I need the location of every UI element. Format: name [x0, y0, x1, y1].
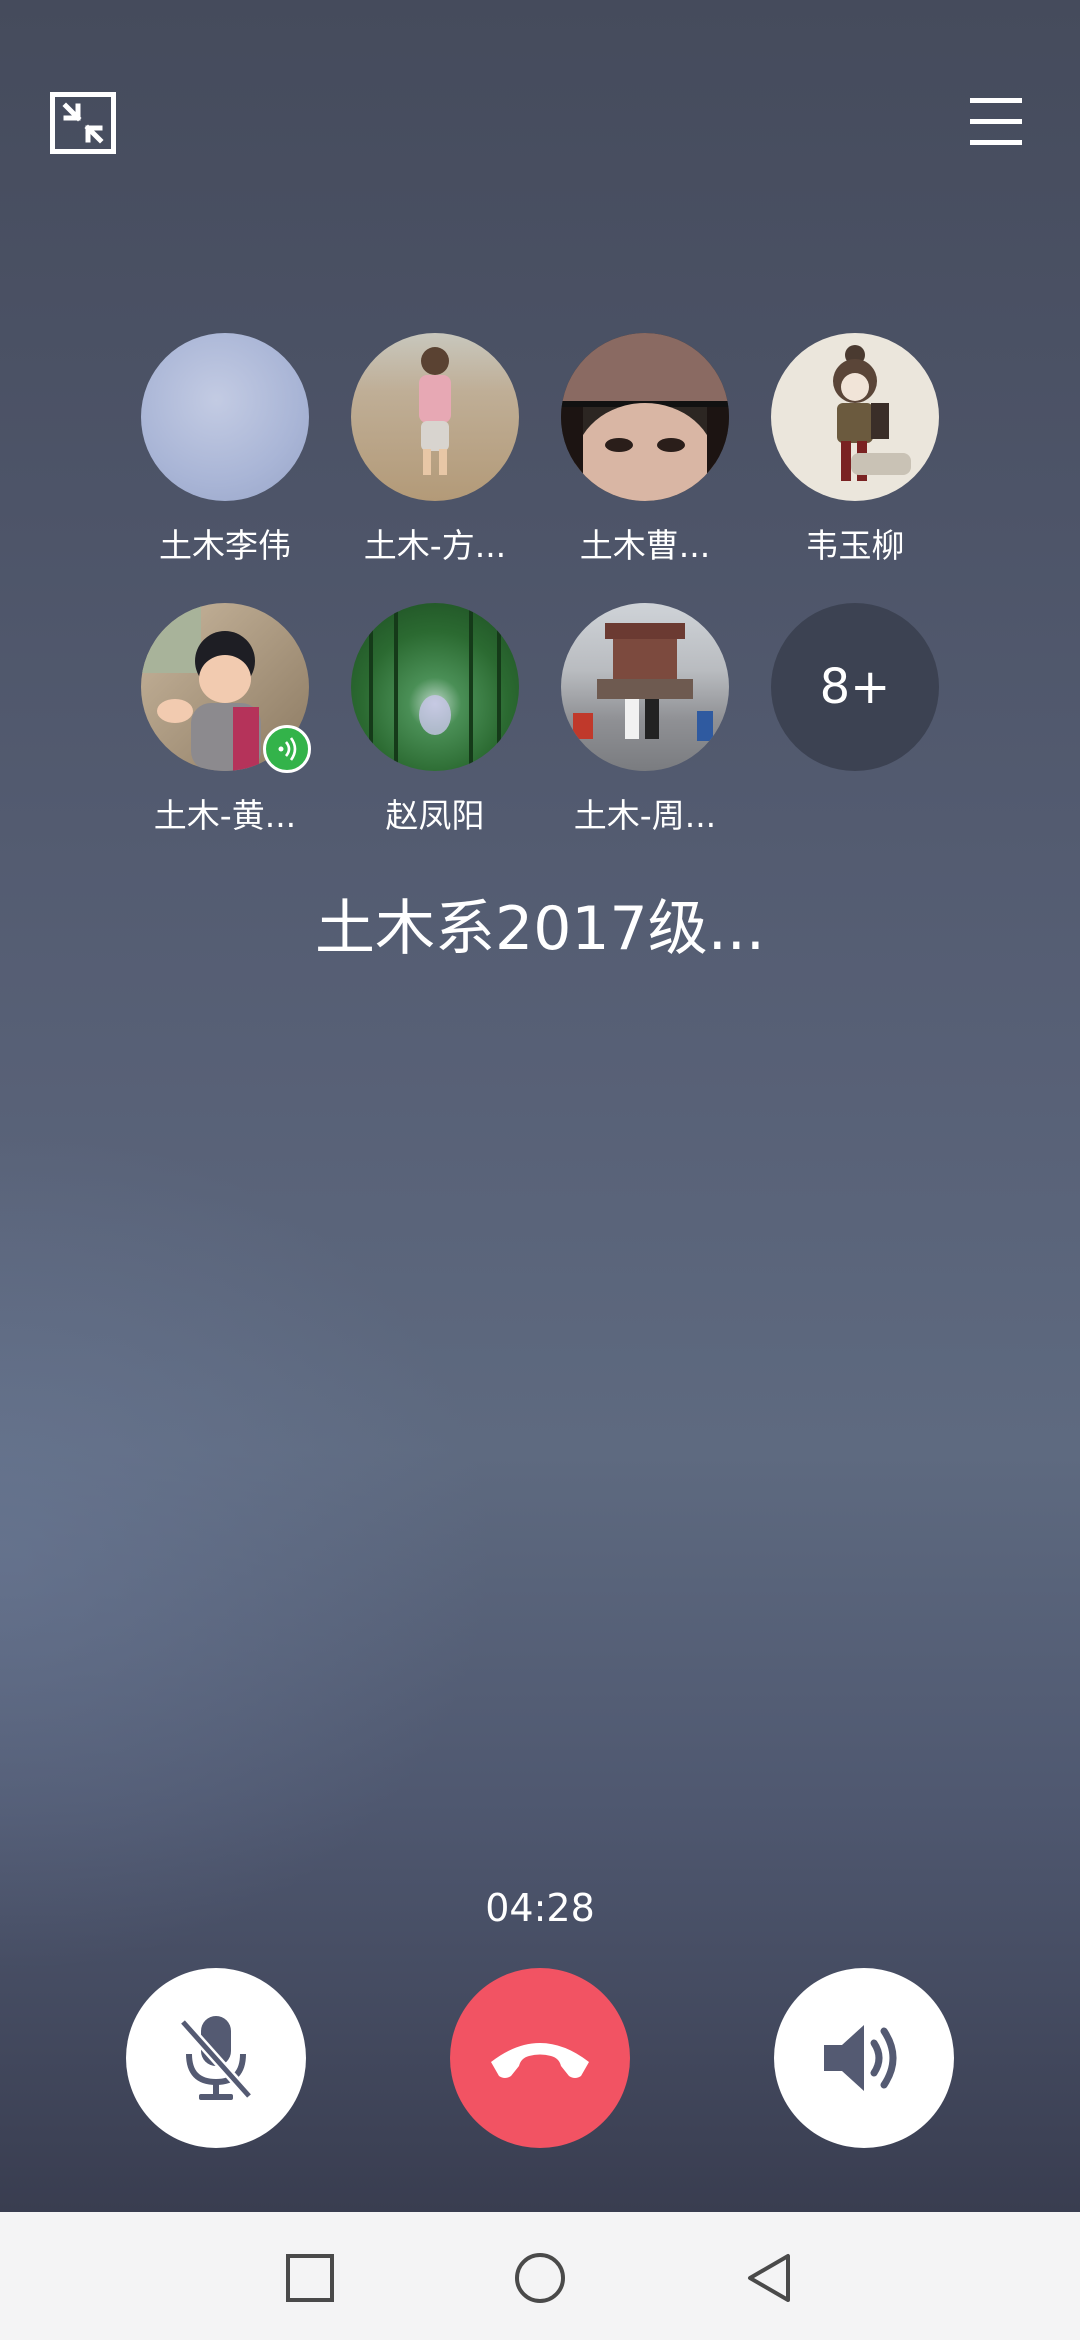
speaking-indicator-icon — [263, 725, 311, 773]
more-participants-button[interactable]: 8+ — [770, 603, 940, 771]
participant[interactable]: 土木李伟 — [140, 333, 310, 567]
more-count: 8+ — [771, 603, 939, 771]
participant[interactable]: 赵凤阳 — [350, 603, 520, 837]
participant[interactable]: 土木-黄... — [140, 603, 311, 837]
speaker-icon — [824, 2025, 897, 2091]
participant-name: 韦玉柳 — [805, 526, 905, 565]
circle-icon — [515, 2253, 565, 2303]
participant-name: 土木-方... — [363, 526, 507, 565]
minimize-button[interactable] — [50, 92, 116, 154]
hangup-button[interactable] — [450, 1968, 630, 2148]
hamburger-menu-icon — [970, 98, 1022, 103]
triangle-back-icon — [748, 2254, 790, 2302]
system-navigation-bar — [0, 2212, 1080, 2340]
mute-button[interactable] — [126, 1968, 306, 2148]
square-icon — [286, 2254, 334, 2302]
participant[interactable]: 土木-周... — [560, 603, 730, 837]
microphone-muted-icon — [179, 2016, 253, 2100]
participant[interactable]: 土木曹... — [560, 333, 730, 567]
avatar — [561, 333, 729, 501]
participant[interactable]: 土木-方... — [350, 333, 520, 567]
menu-button[interactable] — [970, 98, 1022, 146]
speaker-button[interactable] — [774, 1968, 954, 2148]
call-timer: 04:28 — [485, 1886, 595, 1930]
recent-apps-button[interactable] — [282, 2250, 338, 2306]
group-voice-call-screen: 土木李伟 土木-方... 土木曹... 韦玉柳 土木-黄... 赵凤阳 土木-周… — [0, 0, 1080, 2212]
participant-name: 土木李伟 — [159, 526, 291, 565]
avatar — [351, 333, 519, 501]
avatar — [141, 333, 309, 501]
participant-name: 土木曹... — [579, 526, 711, 565]
participant-name: 土木-周... — [573, 796, 717, 835]
avatar — [561, 603, 729, 771]
avatar — [771, 333, 939, 501]
avatar — [351, 603, 519, 771]
minimize-arrows-icon — [62, 102, 104, 144]
home-button[interactable] — [512, 2250, 568, 2306]
participant-name: 赵凤阳 — [385, 796, 485, 835]
group-name: 土木系2017级... — [315, 894, 765, 964]
back-button[interactable] — [742, 2250, 798, 2306]
participant-name: 土木-黄... — [153, 796, 297, 835]
participant[interactable]: 韦玉柳 — [770, 333, 940, 567]
phone-hangup-icon — [491, 2043, 589, 2078]
